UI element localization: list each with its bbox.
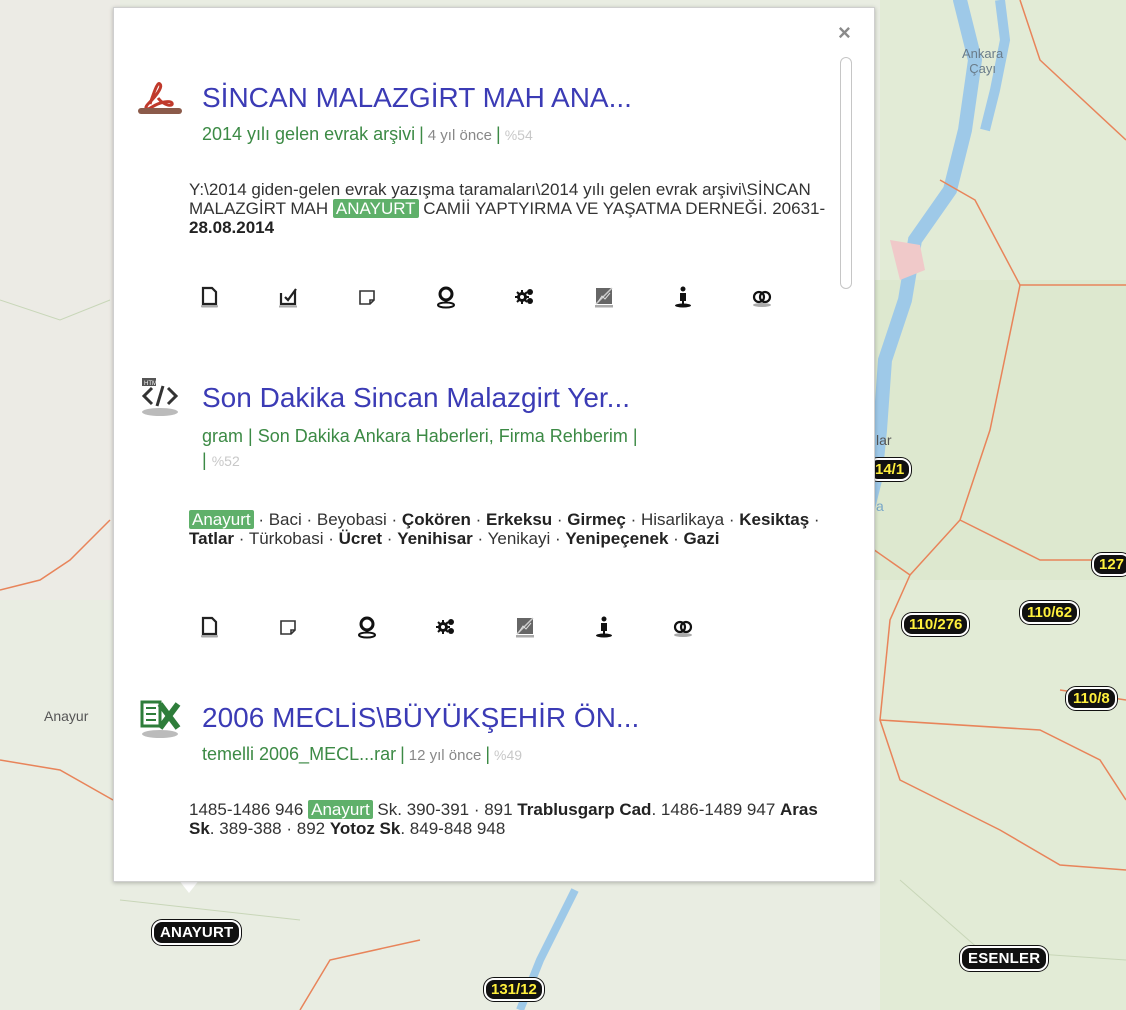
river-label: Ankara Çayı <box>962 46 1004 76</box>
village-label-anayur: Anayur <box>44 708 89 724</box>
place-label-esenler[interactable]: ESENLER <box>960 946 1049 971</box>
snippet-text: . 1486-1489 947 <box>651 800 780 819</box>
document-icon[interactable] <box>194 282 224 312</box>
map-pin-icon[interactable] <box>352 612 382 642</box>
image-icon[interactable] <box>510 612 540 642</box>
snippet-text: · <box>470 510 486 529</box>
parcel-label-110-8[interactable]: 110/8 <box>1066 687 1117 710</box>
snippet-text: Sk. 390-391 · 891 <box>372 800 518 819</box>
result-age: 4 yıl önce <box>427 127 493 144</box>
person-icon[interactable] <box>589 612 619 642</box>
result-snippet: Y:\2014 giden-gelen evrak yazışma tarama… <box>189 180 839 237</box>
parcel-label-110-276[interactable]: 110/276 <box>902 613 970 636</box>
snippet-text: · <box>809 510 820 529</box>
side-label-lar: lar <box>876 432 892 448</box>
result-snippet: 1485-1486 946 Anayurt Sk. 390-391 · 891 … <box>189 800 839 838</box>
snippet-text: CAMİİ YAPTYIRMA VE YAŞATMA DERNEĞİ. 2063… <box>418 199 826 218</box>
map-pin-icon[interactable] <box>431 282 461 312</box>
gears-icon[interactable] <box>510 282 540 312</box>
highlight-term: ANAYURT <box>332 199 419 218</box>
document-icon[interactable] <box>194 612 224 642</box>
bold-term: Tatlar <box>189 529 235 548</box>
snippet-text: · <box>552 510 568 529</box>
result-item: SİNCAN MALAZGİRT MAH ANA... 2014 yılı ge… <box>136 74 836 324</box>
snippet-text: · <box>668 529 684 548</box>
gears-icon[interactable] <box>431 612 461 642</box>
image-icon[interactable] <box>589 282 619 312</box>
note-icon[interactable] <box>273 612 303 642</box>
svg-text:HTML: HTML <box>144 381 161 387</box>
result-title[interactable]: SİNCAN MALAZGİRT MAH ANA... <box>202 82 632 114</box>
highlight-term: Anayurt <box>308 800 373 819</box>
snippet-text: · Yenikayi · <box>472 529 566 548</box>
bold-term: Erkeksu <box>486 510 553 529</box>
result-score: %54 <box>504 127 533 143</box>
result-meta: gram | Son Dakika Ankara Haberleri, Firm… <box>202 424 842 473</box>
bold-term: Ücret <box>338 529 383 548</box>
parcel-label-131-12[interactable]: 131/12 <box>484 978 544 1001</box>
link-icon[interactable] <box>668 612 698 642</box>
person-icon[interactable] <box>668 282 698 312</box>
result-snippet: Anayurt · Baci · Beyobasi · Çokören · Er… <box>189 510 839 548</box>
bold-term: Yotoz Sk <box>329 819 401 838</box>
bold-term: Çokören <box>401 510 471 529</box>
result-source[interactable]: gram | Son Dakika Ankara Haberleri, Firm… <box>202 426 638 446</box>
result-meta: temelli 2006_MECL...rar | 12 yıl önce | %49 <box>202 744 523 764</box>
snippet-text: · Hisarlikaya · <box>625 510 740 529</box>
checklist-icon[interactable] <box>273 282 303 312</box>
parcel-label-110-62[interactable]: 110/62 <box>1020 601 1080 624</box>
close-button[interactable]: × <box>838 22 851 44</box>
side-label-a: a <box>876 498 884 514</box>
bold-term: Kesiktaş <box>739 510 810 529</box>
snippet-text: . 849-848 948 <box>400 819 506 838</box>
snippet-text: 1485-1486 946 <box>189 800 309 819</box>
bold-term: 28.08.2014 <box>189 218 275 237</box>
result-age: 12 yıl önce <box>408 747 482 764</box>
bold-term: Yenipeçenek <box>565 529 669 548</box>
bold-term: Girmeç <box>567 510 626 529</box>
place-label-anayurt[interactable]: ANAYURT <box>152 920 242 945</box>
link-icon[interactable] <box>747 282 777 312</box>
note-icon[interactable] <box>352 282 382 312</box>
result-source[interactable]: 2014 yılı gelen evrak arşivi <box>202 124 415 144</box>
bold-term: Trablusgarp Cad <box>517 800 652 819</box>
snippet-text: . 389-388 · 892 <box>209 819 330 838</box>
result-score: %49 <box>494 747 523 763</box>
search-results-popup: × SİNCAN MALAZGİRT MAH ANA... 2014 yılı … <box>113 7 875 882</box>
highlight-term: Anayurt <box>189 510 254 529</box>
excel-icon <box>136 694 184 742</box>
result-item: 2006 MECLİS\BÜYÜKŞEHİR ÖN... temelli 200… <box>136 694 836 864</box>
result-source[interactable]: temelli 2006_MECL...rar <box>202 744 396 764</box>
bold-term: Yenihisar <box>397 529 473 548</box>
result-score: %52 <box>211 453 240 469</box>
result-item: HTML Son Dakika Sincan Malazgirt Yer... … <box>136 374 836 644</box>
result-meta: 2014 yılı gelen evrak arşivi | 4 yıl önce |… <box>202 124 533 144</box>
result-actions <box>194 282 826 312</box>
bold-term: Gazi <box>683 529 720 548</box>
result-title[interactable]: Son Dakika Sincan Malazgirt Yer... <box>202 382 630 414</box>
result-source-sep: | <box>202 450 207 470</box>
snippet-text: · <box>382 529 398 548</box>
snippet-text: · Baci · Beyobasi · <box>253 510 402 529</box>
result-title[interactable]: 2006 MECLİS\BÜYÜKŞEHİR ÖN... <box>202 702 639 734</box>
parcel-label-127[interactable]: 127 <box>1092 553 1126 576</box>
pdf-icon <box>136 74 184 122</box>
snippet-text: · Türkobasi · <box>234 529 339 548</box>
result-actions <box>194 612 747 642</box>
scrollbar[interactable] <box>840 57 852 289</box>
html-code-icon: HTML <box>136 374 184 422</box>
